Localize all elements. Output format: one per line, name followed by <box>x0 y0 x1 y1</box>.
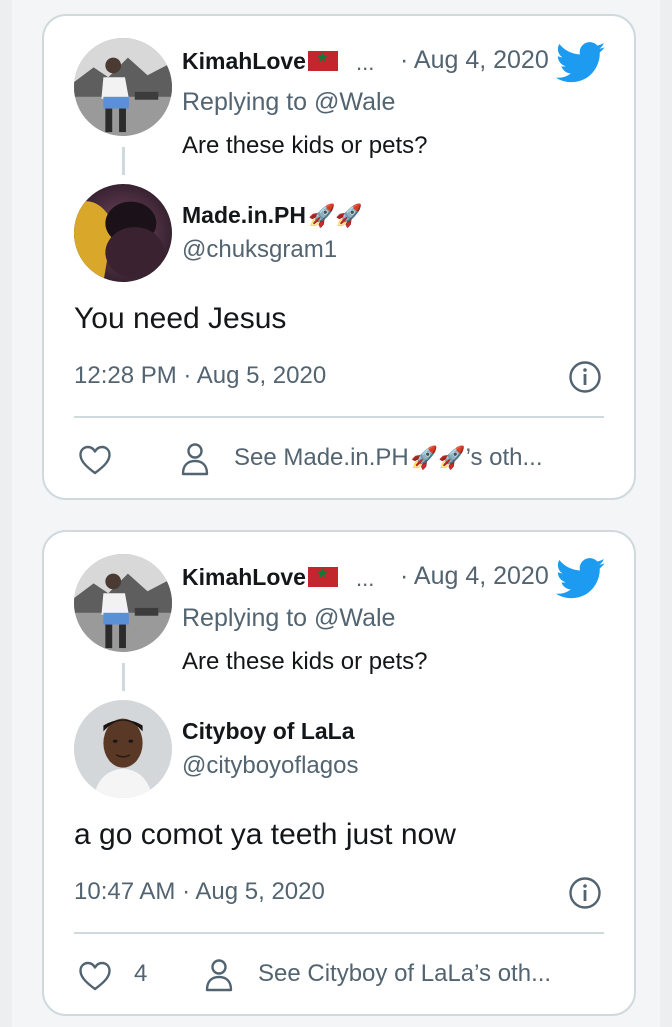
parent-author-name[interactable]: KimahLove <box>182 564 338 591</box>
action-divider <box>74 932 604 934</box>
see-more-suffix: ’s oth... <box>465 444 543 471</box>
reply-author-name[interactable]: Made.in.PH🚀🚀 <box>182 202 363 229</box>
info-icon[interactable] <box>568 360 602 394</box>
morocco-flag-icon <box>307 49 338 71</box>
parent-author-name-text: KimahLove <box>182 564 306 590</box>
see-more-prefix: See Cityboy of LaLa’s oth... <box>258 960 552 987</box>
see-more-tweets-link[interactable]: See Cityboy of LaLa’s oth... <box>258 960 553 988</box>
reply-tweet-text: a go comot ya teeth just now <box>74 818 456 851</box>
parent-author-name-text: KimahLove <box>182 48 306 74</box>
like-count: 4 <box>134 960 148 987</box>
tweet-card-2[interactable]: KimahLove ... · Aug 4, 2020 Replying to … <box>42 530 636 1016</box>
see-more-tweets-link[interactable]: See Made.in.PH🚀🚀’s oth... <box>234 444 543 472</box>
reply-author-name[interactable]: Cityboy of LaLa <box>182 718 357 745</box>
tweet-card-1[interactable]: KimahLove ... · Aug 4, 2020 Replying to … <box>42 14 636 500</box>
reply-author-name-text: Cityboy of LaLa <box>182 718 355 744</box>
page-left-edge <box>0 0 12 1027</box>
reply-timestamp[interactable]: 10:47 AM · Aug 5, 2020 <box>74 878 325 906</box>
avatar[interactable] <box>74 184 172 282</box>
rocket-emoji: 🚀🚀 <box>410 445 466 470</box>
heart-icon[interactable] <box>78 444 112 476</box>
reply-tweet-text: You need Jesus <box>74 302 287 335</box>
person-icon[interactable] <box>180 442 210 476</box>
replying-to-label[interactable]: Replying to @Wale <box>182 88 395 117</box>
page-right-edge <box>660 0 672 1027</box>
name-truncation-ellipsis: ... <box>356 50 375 75</box>
parent-tweet-text: Are these kids or pets? <box>182 648 428 675</box>
reply-author-name-text: Made.in.PH <box>182 202 306 228</box>
avatar[interactable] <box>74 554 172 652</box>
person-icon[interactable] <box>204 958 234 992</box>
thread-connector-line <box>122 147 125 175</box>
rocket-emoji: 🚀🚀 <box>307 203 363 228</box>
parent-tweet-date[interactable]: · Aug 4, 2020 <box>400 562 549 591</box>
reply-author-handle[interactable]: @cityboyoflagos <box>182 752 358 780</box>
reply-timestamp[interactable]: 12:28 PM · Aug 5, 2020 <box>74 362 326 390</box>
replying-to-label[interactable]: Replying to @Wale <box>182 604 395 633</box>
heart-icon[interactable] <box>78 960 112 992</box>
info-icon[interactable] <box>568 876 602 910</box>
action-divider <box>74 416 604 418</box>
morocco-flag-icon <box>307 565 338 587</box>
see-more-prefix: See Made.in.PH <box>234 444 409 471</box>
twitter-bird-icon[interactable] <box>556 42 606 84</box>
avatar[interactable] <box>74 38 172 136</box>
thread-connector-line <box>122 663 125 691</box>
parent-author-name[interactable]: KimahLove <box>182 48 338 75</box>
parent-tweet-date[interactable]: · Aug 4, 2020 <box>400 46 549 75</box>
twitter-bird-icon[interactable] <box>556 558 606 600</box>
name-truncation-ellipsis: ... <box>356 566 375 591</box>
parent-tweet-text: Are these kids or pets? <box>182 132 428 159</box>
avatar[interactable] <box>74 700 172 798</box>
reply-author-handle[interactable]: @chuksgram1 <box>182 236 337 264</box>
